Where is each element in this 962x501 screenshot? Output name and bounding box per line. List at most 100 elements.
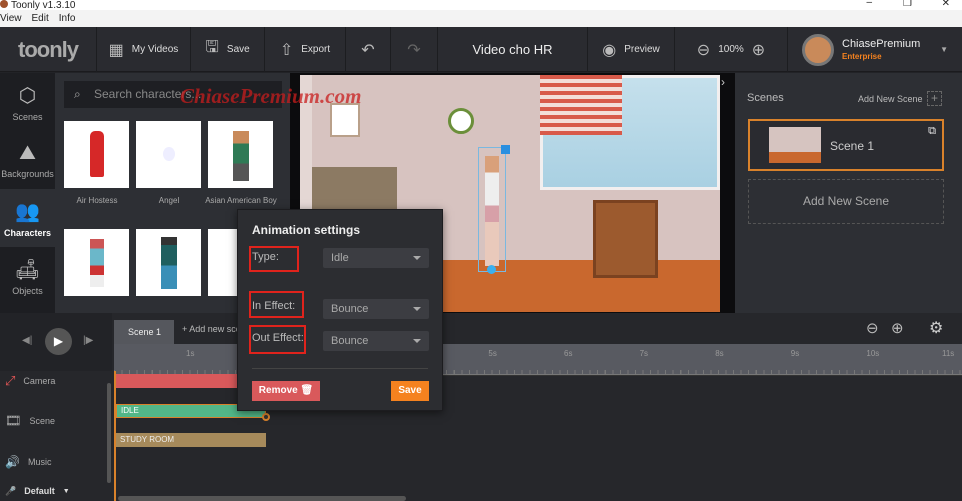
character-card-asian-american-boy[interactable] xyxy=(208,121,273,188)
tick-label: 1s xyxy=(186,349,195,358)
in-effect-select[interactable]: Bounce xyxy=(323,299,429,319)
redo-icon: ↷ xyxy=(407,41,421,59)
track-label: Scene xyxy=(29,416,56,426)
clip-label: IDLE xyxy=(121,406,139,415)
gear-icon[interactable]: ⚙ xyxy=(929,318,943,338)
sidebar-item-objects[interactable]: 🛋 Objects xyxy=(0,247,55,305)
tick-label: 10s xyxy=(866,349,880,358)
close-button[interactable]: ✕ xyxy=(942,0,950,9)
my-videos-button[interactable]: ▦ My Videos xyxy=(97,27,191,72)
mountain-icon: ⛰ xyxy=(19,141,36,164)
selected-character[interactable] xyxy=(478,147,506,272)
track-label: Camera xyxy=(23,376,56,386)
background-clip[interactable]: STUDY ROOM xyxy=(116,433,266,447)
in-effect-label: In Effect: xyxy=(252,300,296,312)
users-icon: 👥 xyxy=(15,200,40,223)
undo-button[interactable]: ↶ xyxy=(346,27,391,72)
sidebar-item-scenes[interactable]: ⬡ Scenes xyxy=(0,73,55,131)
camera-icon: ⤢ xyxy=(5,373,16,388)
character-card[interactable] xyxy=(136,229,201,296)
tick-label: 7s xyxy=(639,349,649,358)
avatar xyxy=(802,33,834,66)
export-icon: ⇧ xyxy=(279,41,294,59)
preview-button[interactable]: ◉ Preview xyxy=(588,27,675,72)
chevron-down-icon[interactable]: ▼ xyxy=(940,45,948,54)
voice-select[interactable]: 🎤 Default ▼ xyxy=(0,483,110,499)
project-title[interactable]: Video cho HR xyxy=(438,27,588,72)
play-button[interactable]: ▶ xyxy=(45,328,72,355)
window-titlebar: Toonly v1.3.10 – ❐ ✕ xyxy=(0,0,962,11)
scene-item[interactable]: Scene 1 ⧉ xyxy=(748,119,944,171)
sidebar-label: Backgrounds xyxy=(1,168,54,179)
camera-clip[interactable] xyxy=(116,374,240,388)
type-select[interactable]: Idle xyxy=(323,248,429,268)
character-card-air-hostess[interactable] xyxy=(64,121,129,188)
floppy-icon: 🖫 xyxy=(205,39,219,56)
collapse-chevron-icon[interactable]: › xyxy=(721,75,725,89)
menu-view[interactable]: View xyxy=(0,13,22,24)
character-card[interactable] xyxy=(64,229,129,296)
save-label: Save xyxy=(226,44,250,55)
tab-scene-1[interactable]: Scene 1 xyxy=(114,320,174,344)
animation-settings-popup: Animation settings Type: Idle In Effect:… xyxy=(237,209,443,411)
redo-button[interactable]: ↷ xyxy=(391,27,438,72)
search-icon: ⌕ xyxy=(74,87,81,101)
menu-bar: View Edit Info xyxy=(0,10,962,27)
chevron-down-icon: ▼ xyxy=(62,487,70,495)
save-button[interactable]: 🖫 Save xyxy=(191,27,265,72)
remove-button[interactable]: Remove 🗑 xyxy=(252,381,320,401)
add-new-scene-link[interactable]: Add New Scene xyxy=(858,94,923,104)
add-new-scene-tab[interactable]: + Add new scene xyxy=(182,324,237,334)
menu-edit[interactable]: Edit xyxy=(32,13,49,24)
type-label: Type: xyxy=(252,251,279,263)
popup-save-button[interactable]: Save xyxy=(391,381,429,401)
menu-info[interactable]: Info xyxy=(59,13,76,24)
sofa-icon: 🛋 xyxy=(14,258,41,281)
track-label: Default xyxy=(24,486,55,496)
sidebar-label: Objects xyxy=(12,285,43,296)
tick-label: 8s xyxy=(715,349,724,358)
tick-label: 5s xyxy=(488,349,497,358)
clip-end-handle[interactable] xyxy=(262,413,270,421)
eye-icon: ◉ xyxy=(602,41,617,59)
previous-frame-icon[interactable]: ◀| xyxy=(22,335,32,346)
zoom-level: 100% xyxy=(718,44,744,55)
tick-label: 6s xyxy=(564,349,573,358)
user-menu[interactable]: ChiasePremium Enterprise ▼ xyxy=(788,27,962,72)
next-frame-icon[interactable]: |▶ xyxy=(83,335,93,346)
zoom-in-icon[interactable]: ⊕ xyxy=(752,40,765,60)
zoom-control: ⊖ 100% ⊕ xyxy=(675,27,788,72)
track-music: 🔊 Music xyxy=(0,453,110,471)
scenes-title: Scenes xyxy=(747,92,784,104)
timeline: ◀| ▶ |▶ Scene 1 + Add new scene ⊖ ⊕ ⚙ ⤢ C… xyxy=(0,313,962,501)
duplicate-icon[interactable]: ⧉ xyxy=(928,125,936,138)
track-scene: 🎞 Scene xyxy=(0,409,110,433)
add-tab-label: Add new scene xyxy=(189,324,237,334)
grid-icon: ▦ xyxy=(108,41,124,59)
zoom-out-icon[interactable]: ⊖ xyxy=(866,319,879,337)
watermark: ChiasePremium.com xyxy=(180,84,362,108)
rotate-handle[interactable] xyxy=(487,265,496,274)
speaker-icon: 🔊 xyxy=(5,455,20,469)
export-button[interactable]: ⇧ Export xyxy=(265,27,346,72)
add-new-scene-button[interactable]: Add New Scene xyxy=(748,179,944,224)
sidebar-item-backgrounds[interactable]: ⛰ Backgrounds xyxy=(0,131,55,189)
sidebar-label: Scenes xyxy=(12,111,43,122)
zoom-in-icon[interactable]: ⊕ xyxy=(891,319,904,337)
out-effect-select[interactable]: Bounce xyxy=(323,331,429,351)
plus-icon[interactable]: + xyxy=(927,91,942,106)
horizontal-scrollbar[interactable] xyxy=(118,496,406,501)
track-label: Music xyxy=(27,457,52,467)
tick-label: 11s xyxy=(942,349,955,358)
sidebar-item-characters[interactable]: 👥 Characters xyxy=(0,189,55,247)
zoom-out-icon[interactable]: ⊖ xyxy=(697,40,710,60)
cabinet xyxy=(593,200,658,278)
user-name: ChiasePremium xyxy=(842,38,921,50)
character-card-angel[interactable] xyxy=(136,121,201,188)
track-scrollbar[interactable] xyxy=(107,383,111,483)
resize-handle[interactable] xyxy=(501,145,510,154)
tick-label: 9s xyxy=(790,349,800,358)
maximize-button[interactable]: ❐ xyxy=(903,0,912,9)
user-plan: Enterprise xyxy=(842,52,882,61)
minimize-button[interactable]: – xyxy=(866,0,872,8)
